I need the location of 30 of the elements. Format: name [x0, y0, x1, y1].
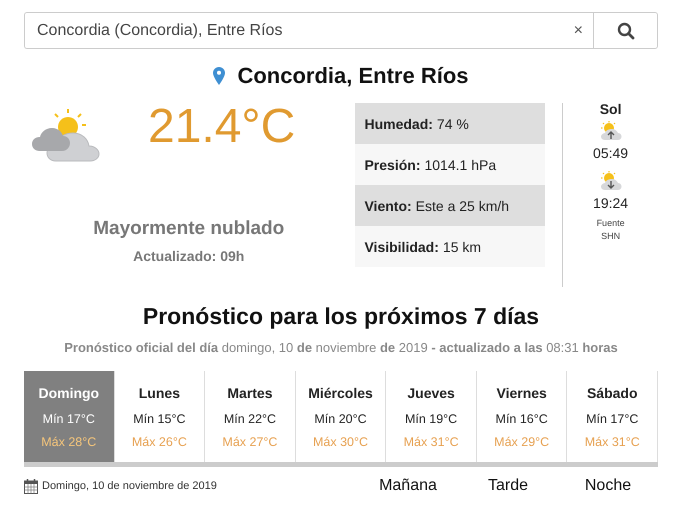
detail-row: Visibilidad: 15 km — [355, 226, 546, 267]
sunrise-icon — [600, 121, 622, 141]
sunrise-time: 05:49 — [593, 145, 628, 161]
sunset-time: 19:24 — [593, 195, 628, 211]
period-heading: Mañana — [378, 477, 438, 495]
detail-row: Presión: 1014.1 hPa — [355, 144, 546, 185]
date-text: Domingo, 10 de noviembre de 2019 — [42, 480, 217, 492]
location-pin-icon — [213, 67, 226, 85]
sunset-icon — [600, 171, 622, 191]
updated-text: Actualizado: 09h — [133, 248, 244, 264]
condition-text: Mayormente nublado — [93, 218, 284, 240]
detail-row: Humedad: 74 % — [355, 103, 546, 144]
forecast-title: Pronóstico para los próximos 7 días — [142, 303, 540, 330]
calendar-icon — [24, 478, 38, 494]
search-button[interactable] — [593, 12, 658, 49]
detail-row: Viento: Este a 25 km/h — [355, 185, 546, 226]
day-tab[interactable]: Domingo Mín 17°C Máx 28°C — [24, 371, 115, 462]
search-field[interactable]: Concordia (Concordia), Entre Ríos × — [24, 12, 593, 49]
clear-button[interactable]: × — [564, 22, 593, 40]
temperature: 21.4°C — [148, 99, 296, 154]
day-tab[interactable]: Lunes Mín 15°C Máx 26°C — [114, 371, 206, 462]
search-icon — [616, 22, 634, 40]
forecast-subtitle: Pronóstico oficial del día domingo, 10 de noviembre de 2019 - actualizado a las 08:31 horas — [63, 340, 619, 355]
day-tab[interactable]: Miércoles Mín 20°C Máx 30°C — [296, 371, 386, 462]
source-text: SHN — [601, 230, 620, 243]
location-title: Concordia, Entre Ríos — [237, 63, 469, 89]
source-text: Fuente — [596, 217, 625, 230]
period-heading: Tarde — [486, 477, 530, 495]
period-heading: Noche — [584, 477, 632, 495]
sun-title: Sol — [600, 101, 622, 117]
